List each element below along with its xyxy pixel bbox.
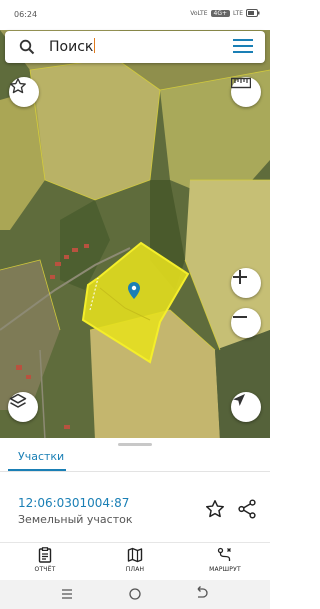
report-clipboard-icon (38, 547, 52, 563)
network-indicator: 4G+ (210, 9, 231, 17)
nav-report-label: ОТЧЁТ (34, 566, 56, 573)
search-icon (19, 39, 35, 55)
nav-route[interactable]: МАРШРУТ (195, 547, 255, 573)
search-placeholder: Поиск (49, 39, 94, 55)
parcel-type: Земельный участок (18, 513, 133, 526)
recent-apps-icon (62, 589, 72, 599)
nav-plan[interactable]: ПЛАН (105, 547, 165, 573)
star-outline-icon (10, 78, 26, 94)
lte-indicator: LTE (233, 9, 243, 17)
status-bar: 06:24 VoLTE 4G+ LTE (0, 0, 270, 30)
status-indicators: VoLTE 4G+ LTE (190, 9, 260, 17)
favorite-map-button[interactable] (9, 77, 39, 107)
app-screen: 06:24 VoLTE 4G+ LTE Поиск Участки 12:06:… (0, 0, 270, 609)
zoom-in-button[interactable] (231, 268, 261, 298)
map-imagery (0, 30, 270, 440)
bottom-navigation: ОТЧЁТ ПЛАН МАРШРУТ (0, 542, 270, 580)
cadastral-number[interactable]: 12:06:0301004:87 (18, 496, 129, 510)
home-icon (129, 588, 141, 600)
sheet-divider (0, 471, 270, 472)
system-navigation-bar (0, 580, 270, 609)
status-time: 06:24 (14, 10, 38, 19)
hamburger-menu-icon[interactable] (233, 39, 253, 55)
route-icon (217, 547, 231, 561)
minus-icon (233, 316, 247, 318)
sheet-drag-handle[interactable] (118, 443, 152, 446)
nav-route-label: МАРШРУТ (209, 566, 241, 573)
star-outline-icon[interactable] (204, 498, 226, 520)
nav-plan-label: ПЛАН (125, 566, 145, 573)
tab-parcels[interactable]: Участки (18, 450, 64, 463)
parcel-bottom-sheet: Участки 12:06:0301004:87 Земельный участ… (0, 438, 270, 542)
ruler-icon (231, 77, 251, 89)
satellite-map[interactable] (0, 30, 270, 440)
map-plan-icon (127, 547, 143, 563)
ruler-button[interactable] (231, 77, 261, 107)
system-nav-icons (62, 586, 208, 600)
text-cursor (94, 38, 96, 53)
signal-indicator: VoLTE (190, 9, 208, 17)
search-input[interactable]: Поиск (49, 38, 96, 55)
my-location-button[interactable] (231, 392, 261, 422)
zoom-out-button[interactable] (231, 308, 261, 338)
location-pin-icon (128, 282, 140, 299)
plus-icon (233, 270, 247, 284)
layers-button[interactable] (8, 392, 38, 422)
search-bar[interactable]: Поиск (5, 31, 265, 63)
share-icon[interactable] (236, 498, 258, 520)
back-icon (197, 586, 208, 598)
nav-report[interactable]: ОТЧЁТ (15, 547, 75, 573)
layers-icon (9, 393, 27, 408)
navigation-arrow-icon (233, 394, 245, 406)
battery-icon (246, 9, 260, 17)
